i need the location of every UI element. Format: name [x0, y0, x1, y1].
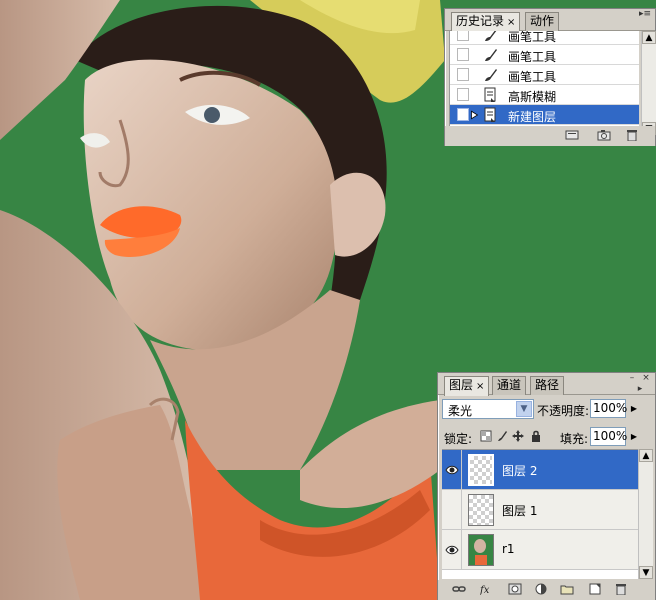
fx-icon[interactable]: fx: [480, 583, 494, 595]
blend-mode-select[interactable]: 柔光 ▼: [442, 399, 534, 419]
history-item[interactable]: 画笔工具: [450, 45, 639, 65]
panel-menu-icon[interactable]: ▸≡: [639, 10, 651, 20]
layers-scrollbar[interactable]: ▲ ▼: [638, 449, 653, 579]
tab-layers-label: 图层: [449, 378, 474, 392]
tab-channels[interactable]: 通道: [492, 376, 527, 395]
tab-layers[interactable]: 图层 ×: [444, 376, 490, 396]
chevron-down-icon[interactable]: ▼: [516, 401, 532, 417]
history-state-pointer-icon: [471, 110, 479, 120]
history-item-label: 高斯模糊: [508, 90, 557, 104]
layer-name[interactable]: 图层 2: [502, 462, 537, 479]
history-item-label: 画笔工具: [508, 70, 557, 84]
fill-value: 100%: [593, 429, 628, 443]
visibility-toggle[interactable]: [442, 450, 462, 490]
opacity-value: 100%: [593, 401, 628, 415]
lock-label: 锁定:: [444, 432, 473, 446]
link-icon[interactable]: [452, 583, 466, 595]
eye-icon: [445, 465, 459, 475]
tab-close-icon[interactable]: ×: [476, 381, 484, 392]
history-panel: 历史记录 × 动作 ▸≡ 画笔工具 画笔工具 画笔工具 高斯模糊 新建图层 ▲: [444, 8, 656, 146]
history-source-checkbox[interactable]: [457, 48, 469, 61]
history-bottom-bar: [445, 126, 655, 146]
history-item-selected[interactable]: 新建图层: [450, 105, 639, 125]
tab-history-label: 历史记录: [456, 14, 505, 28]
tab-paths-label: 路径: [535, 378, 560, 392]
layer-row-selected[interactable]: 图层 2: [442, 450, 638, 490]
lock-transparent-icon[interactable]: [480, 430, 492, 442]
history-scrollbar[interactable]: ▲ ▼: [641, 31, 656, 135]
fill-slider-arrow-icon[interactable]: ▶: [628, 427, 640, 446]
layer-row[interactable]: 图层 1: [442, 490, 638, 530]
close-icon[interactable]: ×: [640, 374, 652, 384]
history-source-checkbox[interactable]: [457, 108, 469, 121]
lock-pixels-brush-icon[interactable]: [496, 430, 508, 442]
fill-label: 填充:: [560, 432, 589, 446]
blend-mode-value: 柔光: [448, 404, 473, 418]
svg-text:fx: fx: [480, 585, 490, 595]
opacity-label: 不透明度:: [537, 404, 590, 418]
layer-name[interactable]: r1: [502, 542, 515, 556]
opacity-input[interactable]: 100%: [590, 399, 628, 418]
history-item-label: 画笔工具: [508, 50, 557, 64]
layer-name[interactable]: 图层 1: [502, 502, 537, 519]
scroll-up-icon[interactable]: ▲: [642, 31, 656, 44]
new-document-from-state-icon[interactable]: [565, 129, 579, 141]
layers-tabbar: 图层 × 通道 路径 – × ▸: [438, 373, 655, 396]
panel-menu-icon[interactable]: ▸: [634, 385, 646, 395]
history-source-checkbox[interactable]: [457, 68, 469, 81]
history-item-label: 画笔工具: [508, 31, 557, 44]
lock-all-icon[interactable]: [530, 430, 542, 442]
tab-history[interactable]: 历史记录 ×: [451, 12, 521, 32]
trash-icon[interactable]: [614, 583, 628, 595]
opacity-slider-arrow-icon[interactable]: ▶: [628, 399, 640, 418]
fill-input[interactable]: 100%: [590, 427, 628, 446]
layers-list: 图层 2 图层 1 r1: [442, 449, 638, 579]
visibility-toggle[interactable]: [442, 530, 462, 570]
brush-icon: [485, 31, 497, 41]
tab-close-icon[interactable]: ×: [507, 17, 515, 28]
layer-thumbnail: [468, 534, 494, 566]
trash-icon[interactable]: [625, 129, 639, 141]
layers-bottom-bar: fx: [438, 580, 655, 600]
layer-thumbnail: [468, 494, 494, 526]
history-source-checkbox[interactable]: [457, 88, 469, 101]
minimize-icon[interactable]: –: [626, 374, 638, 384]
brush-icon: [485, 49, 497, 61]
tab-actions-label: 动作: [530, 14, 555, 28]
tab-paths[interactable]: 路径: [530, 376, 565, 395]
new-layer-icon[interactable]: [588, 583, 602, 595]
mask-icon[interactable]: [508, 583, 522, 595]
history-item[interactable]: 高斯模糊: [450, 85, 639, 105]
history-list: 画笔工具 画笔工具 画笔工具 高斯模糊 新建图层: [449, 31, 639, 135]
tab-channels-label: 通道: [497, 378, 522, 392]
layers-panel: 图层 × 通道 路径 – × ▸ 柔光 ▼ 不透明度: 100% ▶ 锁定: 填充…: [437, 372, 656, 600]
snapshot-camera-icon[interactable]: [597, 129, 611, 141]
history-item-label: 新建图层: [508, 110, 557, 124]
layer-row[interactable]: r1: [442, 530, 638, 570]
history-item[interactable]: 画笔工具: [450, 31, 639, 45]
visibility-toggle[interactable]: [442, 490, 462, 530]
photo-thumbnail-image: [474, 539, 487, 565]
filter-doc-icon: [484, 87, 496, 102]
layer-thumbnail: [468, 454, 494, 486]
brush-icon: [485, 69, 497, 81]
scroll-up-icon[interactable]: ▲: [639, 449, 653, 462]
group-folder-icon[interactable]: [560, 583, 574, 595]
new-layer-doc-icon: [484, 107, 496, 122]
history-item[interactable]: 画笔工具: [450, 65, 639, 85]
adjustment-icon[interactable]: [534, 583, 548, 595]
history-source-checkbox[interactable]: [457, 31, 469, 41]
lock-position-move-icon[interactable]: [512, 430, 524, 442]
scroll-down-icon[interactable]: ▼: [639, 566, 653, 579]
history-tabbar: 历史记录 × 动作 ▸≡: [445, 9, 655, 32]
tab-actions[interactable]: 动作: [525, 12, 560, 31]
eye-icon: [445, 545, 459, 555]
